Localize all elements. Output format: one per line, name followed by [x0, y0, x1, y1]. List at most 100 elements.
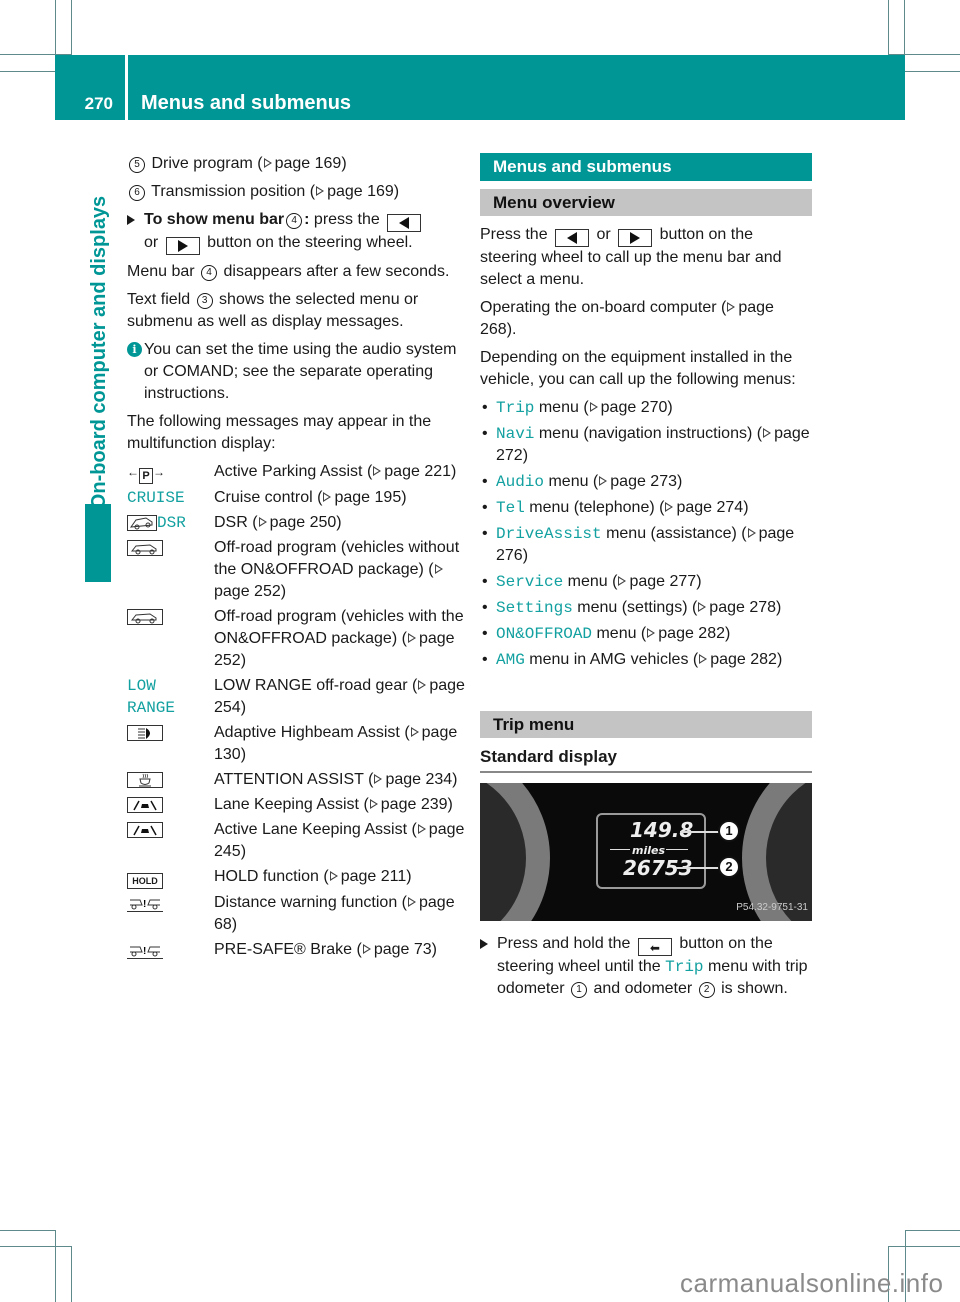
page-ref-link[interactable]: page 252 — [214, 583, 281, 600]
menu-list-item: AMG menu in AMG vehicles (page 282) — [480, 649, 812, 671]
message-description: PRE-SAFE® Brake (page 73) — [214, 941, 437, 958]
presafe-brake-icon: ! — [127, 939, 214, 961]
message-row: HOLD HOLD function (page 211) — [127, 866, 467, 889]
step-arrow-icon — [127, 215, 135, 225]
photo-id: P54.32-9751-31 — [736, 902, 808, 913]
crop-mark — [904, 71, 960, 72]
dsr-icon: DSR — [127, 512, 214, 534]
legend-item: 6 Transmission position (page 169) — [127, 181, 467, 203]
paragraph: Depending on the equipment installed in … — [480, 349, 796, 388]
message-row: DSR DSR (page 250) — [127, 512, 467, 534]
message-description: Lane Keeping Assist (page 239) — [214, 796, 453, 813]
paragraph: Menu bar 4 disappears after a few second… — [127, 263, 450, 281]
menu-list-item: Service menu (page 277) — [480, 571, 812, 593]
legend-item: 5 Drive program (page 169) — [127, 153, 467, 175]
page-ref-link[interactable]: page 73 — [374, 941, 432, 958]
svg-text:!: ! — [143, 946, 146, 957]
page-ref-icon — [408, 897, 416, 907]
crop-mark — [55, 0, 56, 55]
left-column: 5 Drive program (page 169) 6 Transmissio… — [127, 153, 467, 964]
menu-name: Tel — [496, 499, 525, 517]
page-ref-link[interactable]: page 211 — [341, 868, 407, 885]
crop-mark — [71, 0, 72, 55]
chapter-marker — [85, 504, 111, 582]
page-ref-icon — [418, 680, 427, 690]
page-ref-icon — [263, 158, 272, 168]
page-ref-icon — [407, 633, 416, 643]
menu-name: Audio — [496, 473, 545, 491]
instrument-cluster-photo: 149.8 miles 26753 1 2 P54.32-9751-31 — [480, 783, 812, 921]
page-ref-icon — [698, 602, 707, 612]
page-ref-icon — [417, 824, 426, 834]
message-description: Adaptive Highbeam Assist (page 130) — [214, 724, 458, 763]
crop-mark — [0, 1230, 55, 1231]
offroad-program-icon — [127, 606, 214, 672]
page-ref-link[interactable]: page 277 — [629, 573, 696, 590]
page-ref-icon — [747, 528, 756, 538]
page-ref-link[interactable]: page 282 — [658, 625, 725, 642]
subsection-heading: Trip menu — [480, 711, 812, 738]
menu-name: DriveAssist — [496, 525, 602, 543]
message-description: Active Lane Keeping Assist (page 245) — [214, 821, 465, 860]
page-ref-icon — [362, 944, 371, 954]
right-arrow-button-icon — [165, 237, 200, 255]
page-ref-icon — [665, 502, 674, 512]
page-ref-link[interactable]: page 221 — [384, 463, 451, 480]
crop-mark — [888, 0, 889, 55]
svg-text:!: ! — [143, 899, 146, 910]
page-ref-link[interactable]: page 239 — [381, 796, 448, 813]
paragraph: Press the or button on the steering whee… — [480, 226, 782, 288]
info-note: i You can set the time using the audio sy… — [127, 339, 467, 405]
crop-mark — [55, 1230, 56, 1302]
page-ref-link[interactable]: page 278 — [709, 599, 776, 616]
back-button-icon: ⬅ — [637, 938, 672, 956]
message-row: ! Distance warning function (page 68) — [127, 892, 467, 936]
instruction-step: Press and hold the ⬅ button on the steer… — [480, 933, 812, 1000]
message-description: LOW RANGE off-road gear (page 254) — [214, 677, 465, 716]
menu-list-item: Tel menu (telephone) (page 274) — [480, 497, 812, 519]
message-description: Active Parking Assist (page 221) — [214, 463, 457, 480]
message-description: Cruise control (page 195) — [214, 489, 407, 506]
menu-name: Navi — [496, 425, 535, 443]
adaptive-highbeam-icon — [127, 722, 214, 766]
page-ref-icon — [369, 799, 378, 809]
page-ref-icon — [763, 428, 772, 438]
message-row: LOW RANGE LOW RANGE off-road gear (page 2… — [127, 675, 467, 719]
message-row: CRUISE Cruise control (page 195) — [127, 487, 467, 509]
page-ref-link[interactable]: page 282 — [710, 651, 777, 668]
page-ref-link[interactable]: page 250 — [270, 514, 337, 531]
info-icon: i — [127, 342, 142, 357]
active-lane-keeping-icon — [127, 819, 214, 863]
menu-name: Service — [496, 573, 564, 591]
menu-name: Trip — [496, 399, 535, 417]
message-row: Adaptive Highbeam Assist (page 130) — [127, 722, 467, 766]
paragraph: Operating the on-board computer (page 26… — [480, 299, 774, 338]
page-ref-link[interactable]: page 234 — [385, 771, 452, 788]
message-description: Off-road program (vehicles with the ON&O… — [214, 608, 464, 669]
page-ref-link[interactable]: page 169 — [275, 155, 342, 172]
menu-name: AMG — [496, 651, 525, 669]
page-ref-icon — [329, 871, 338, 881]
speedometer-gauge — [480, 783, 550, 921]
parking-assist-icon: ← P → — [127, 465, 165, 484]
page-ref-icon — [618, 576, 627, 586]
crop-mark — [905, 1230, 960, 1231]
page-ref-link[interactable]: page 270 — [601, 399, 668, 416]
message-row: ! PRE-SAFE® Brake (page 73) — [127, 939, 467, 961]
message-description: HOLD function (page 211) — [214, 868, 412, 885]
page-ref-link[interactable]: page 195 — [334, 489, 401, 506]
menu-list: Trip menu (page 270) Navi menu (navigatio… — [480, 397, 812, 671]
chapter-title: On-board computer and displays — [88, 195, 111, 509]
message-row: Lane Keeping Assist (page 239) — [127, 794, 467, 816]
page-ref-link[interactable]: page 273 — [610, 473, 677, 490]
instruction-step: To show menu bar 4: press the or button o… — [127, 209, 467, 255]
crop-mark — [71, 1246, 72, 1302]
page-ref-link[interactable]: page 169 — [327, 183, 394, 200]
page-ref-link[interactable]: page 274 — [676, 499, 743, 516]
section-heading: Menus and submenus — [480, 153, 812, 181]
message-row: ← P → Active Parking Assist (page 221) — [127, 461, 467, 484]
message-description: ATTENTION ASSIST (page 234) — [214, 771, 458, 788]
page-ref-icon — [699, 654, 708, 664]
page-ref-icon — [647, 628, 656, 638]
sub-heading: Standard display — [480, 746, 812, 773]
